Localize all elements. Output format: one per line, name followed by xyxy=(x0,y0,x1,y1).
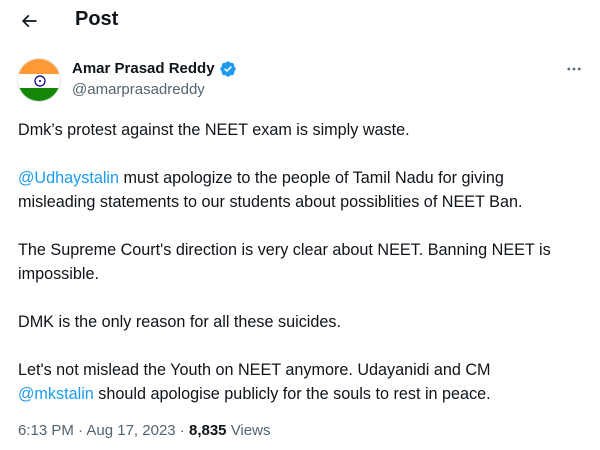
tweet-text-line: Dmk’s protest against the NEET exam is s… xyxy=(18,121,410,139)
tweet-text-line: Let's not mislead the Youth on NEET anym… xyxy=(18,361,491,379)
tweet-paragraph: Dmk’s protest against the NEET exam is s… xyxy=(18,118,588,142)
tweet-text: Dmk’s protest against the NEET exam is s… xyxy=(18,118,588,406)
tweet-time-link[interactable]: 6:13 PM xyxy=(18,422,74,439)
tweet-text-line: should apologise publicly for the souls … xyxy=(93,385,491,403)
tweet-text-line: DMK is the only reason for all these sui… xyxy=(18,313,341,331)
meta-separator: · xyxy=(73,422,87,439)
tweet-paragraph: The Supreme Court's direction is very cl… xyxy=(18,238,588,286)
tweet-paragraph: DMK is the only reason for all these sui… xyxy=(18,310,588,334)
tweet-paragraph: Let's not mislead the Youth on NEET anym… xyxy=(18,358,588,406)
page-header: Post xyxy=(0,0,600,42)
page-title: Post xyxy=(75,8,119,30)
meta-separator: · xyxy=(175,422,189,439)
mention-link-udhaystalin[interactable]: @Udhaystalin xyxy=(18,169,119,187)
tweet-text-line: misleading statements to our students ab… xyxy=(18,193,523,211)
verified-badge-icon xyxy=(219,60,237,78)
tweet-text-line: impossible. xyxy=(18,265,99,283)
views-label: Views xyxy=(226,422,271,439)
avatar[interactable] xyxy=(17,58,61,102)
tweet-paragraph: @Udhaystalin must apologize to the peopl… xyxy=(18,166,588,214)
mention-link-mkstalin[interactable]: @mkstalin xyxy=(18,385,94,403)
india-flag-avatar-icon xyxy=(18,59,60,101)
views-count: 8,835 xyxy=(188,422,227,439)
tweet-date-link[interactable]: Aug 17, 2023 xyxy=(86,422,175,439)
tweet-meta: 6:13 PM · Aug 17, 2023 · 8,835 Views xyxy=(18,422,270,439)
author-handle[interactable]: @amarprasadreddy xyxy=(72,81,205,98)
back-button[interactable] xyxy=(14,6,44,36)
arrow-left-icon xyxy=(21,14,37,28)
more-horizontal-icon xyxy=(567,67,581,71)
author-name[interactable]: Amar Prasad Reddy xyxy=(72,60,215,77)
tweet-text-line: The Supreme Court's direction is very cl… xyxy=(18,241,551,259)
more-options-button[interactable] xyxy=(562,60,586,78)
tweet-text-line: must apologize to the people of Tamil Na… xyxy=(119,169,504,187)
